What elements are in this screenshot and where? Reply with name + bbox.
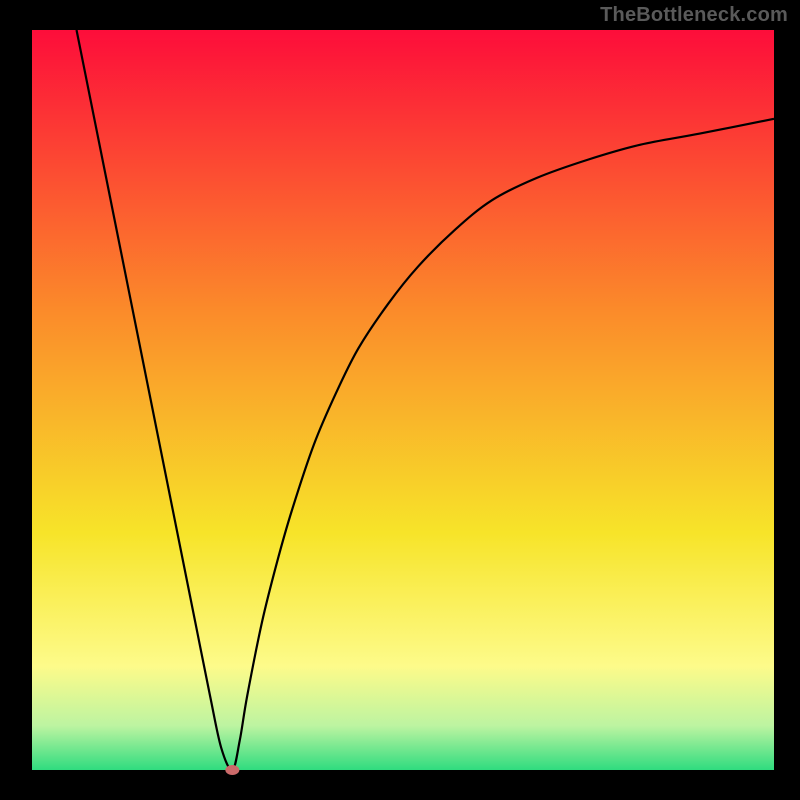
attribution-label: TheBottleneck.com	[600, 4, 788, 27]
minimum-marker	[225, 765, 239, 775]
chart-frame: TheBottleneck.com	[0, 0, 800, 800]
bottleneck-chart	[0, 0, 800, 800]
